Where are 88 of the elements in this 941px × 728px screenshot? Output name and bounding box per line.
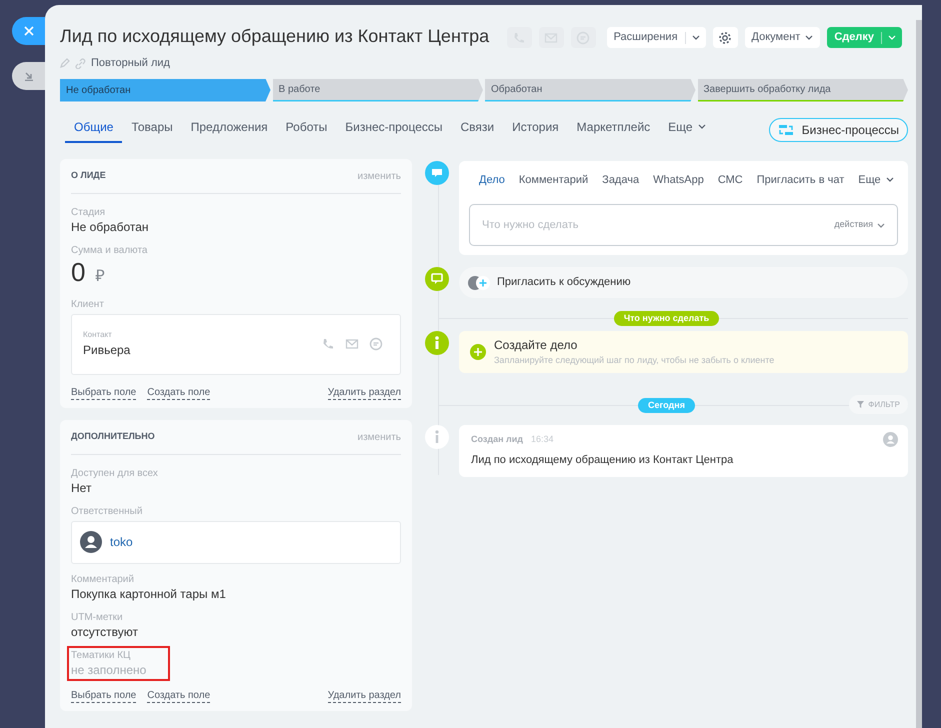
event-title: Создан лид (471, 433, 523, 446)
field-link[interactable]: Создать поле (147, 690, 210, 702)
event-time: 16:34 (530, 433, 554, 446)
field-label: Доступен для всех (71, 466, 159, 480)
gear-button[interactable] (712, 27, 738, 48)
add-user-icon (467, 274, 491, 290)
tab[interactable]: Бизнес-процессы (336, 118, 452, 142)
tab[interactable]: История (503, 118, 568, 142)
field-label: Тематики КЦ (71, 648, 132, 662)
section-title: О ЛИДЕ (71, 169, 106, 182)
create-task-title[interactable]: Создайте дело (494, 336, 774, 354)
contact-name[interactable]: Ривьера (83, 341, 130, 359)
invite-discussion-button[interactable]: Пригласить к обсуждению (459, 267, 908, 298)
field-link[interactable]: Выбрать поле (71, 386, 136, 400)
section-divider-badge: Сегодня (638, 398, 695, 413)
business-processes-button[interactable]: Бизнес-процессы (768, 118, 908, 142)
event-text: Лид по исходящему обращению из Контакт Центра (471, 452, 734, 468)
field-value: Нет (71, 480, 92, 496)
field-value: не заполнено (71, 662, 146, 678)
avatar-icon (80, 531, 102, 553)
caret-icon (692, 35, 700, 40)
field-label: UTM-метки (71, 610, 124, 624)
create-task-hint: Запланируйте следующий шаг по лиду, чтобы не забыть о клиенте (494, 354, 774, 368)
composer-tab[interactable]: Еще (858, 172, 894, 188)
caret-icon (805, 35, 814, 40)
tab[interactable]: Связи (452, 118, 504, 142)
filter-icon (857, 401, 864, 408)
stage-step[interactable]: Завершить обработку лида (698, 78, 908, 102)
tab[interactable]: Предложения (182, 118, 277, 142)
section-divider-badge: Что нужно сделать (614, 311, 720, 326)
document-button[interactable]: Документ (744, 27, 820, 48)
stage-step[interactable]: В работе (272, 78, 483, 102)
currency-sign: ₽ (95, 266, 104, 286)
settings-icon (718, 30, 732, 44)
composer-tab[interactable]: СМС (718, 172, 743, 188)
composer-tab[interactable]: Пригласить в чат (756, 172, 844, 188)
stage-step[interactable]: Не обработан (60, 78, 270, 102)
stage-step[interactable]: Обработан (485, 78, 696, 102)
section-title: ДОПОЛНИТЕЛЬНО (71, 430, 155, 444)
task-input[interactable]: Что нужно сделать действия (469, 204, 898, 246)
composer-tab[interactable]: Задача (602, 172, 640, 188)
chat-icon (425, 267, 449, 291)
info-icon (425, 331, 449, 355)
close-icon (24, 26, 34, 36)
field-value: Не обработан (71, 218, 150, 234)
contact-label: Контакт (83, 329, 113, 341)
field-link[interactable]: Выбрать поле (71, 690, 136, 702)
add-icon[interactable] (470, 344, 486, 360)
tab[interactable]: Общие (65, 118, 122, 142)
delete-section-link[interactable]: Удалить раздел (328, 386, 401, 400)
field-label: Сумма и валюта (71, 244, 148, 256)
extensions-button[interactable]: Расширения (606, 27, 706, 48)
pencil-icon[interactable] (60, 58, 70, 68)
composer-tab[interactable]: Комментарий (518, 172, 588, 188)
avatar-icon (883, 432, 898, 447)
phone-icon[interactable] (321, 337, 335, 351)
tab[interactable]: Маркетплейс (568, 118, 660, 142)
caret-icon (877, 222, 885, 228)
link-icon[interactable] (75, 58, 86, 69)
composer-tab[interactable]: WhatsApp (653, 172, 704, 188)
delete-section-link[interactable]: Удалить раздел (328, 690, 401, 702)
minimize-icon (24, 71, 34, 81)
page-title: Лид по исходящему обращению из Контакт Центра (60, 25, 490, 48)
field-link[interactable]: Создать поле (147, 386, 210, 400)
comment-icon (425, 160, 449, 184)
mail-icon[interactable] (345, 337, 359, 351)
tab[interactable]: Товары (122, 118, 182, 142)
caret-icon (886, 177, 894, 182)
field-label: Стадия (71, 206, 106, 218)
amount-value: 0 (71, 256, 86, 286)
caret-icon (888, 35, 896, 40)
flow-icon (778, 124, 794, 136)
close-button[interactable] (12, 17, 45, 45)
field-label: Комментарий (71, 572, 135, 586)
tab[interactable]: Еще (659, 118, 715, 142)
field-label: Ответственный (71, 504, 144, 518)
composer-tab[interactable]: Дело (479, 172, 505, 188)
actions-dropdown[interactable]: действия (834, 218, 885, 232)
tab[interactable]: Роботы (276, 118, 336, 142)
user-link[interactable]: toko (110, 533, 133, 551)
caret-icon (698, 124, 706, 129)
field-label: Клиент (71, 298, 105, 310)
chat-icon[interactable] (369, 337, 383, 351)
field-value: отсутствуют (71, 624, 139, 640)
field-value: Покупка картонной тары м1 (71, 586, 227, 602)
minimize-button[interactable] (12, 62, 45, 90)
info-icon (425, 425, 449, 449)
repeat-lead-label: Повторный лид (91, 56, 170, 71)
